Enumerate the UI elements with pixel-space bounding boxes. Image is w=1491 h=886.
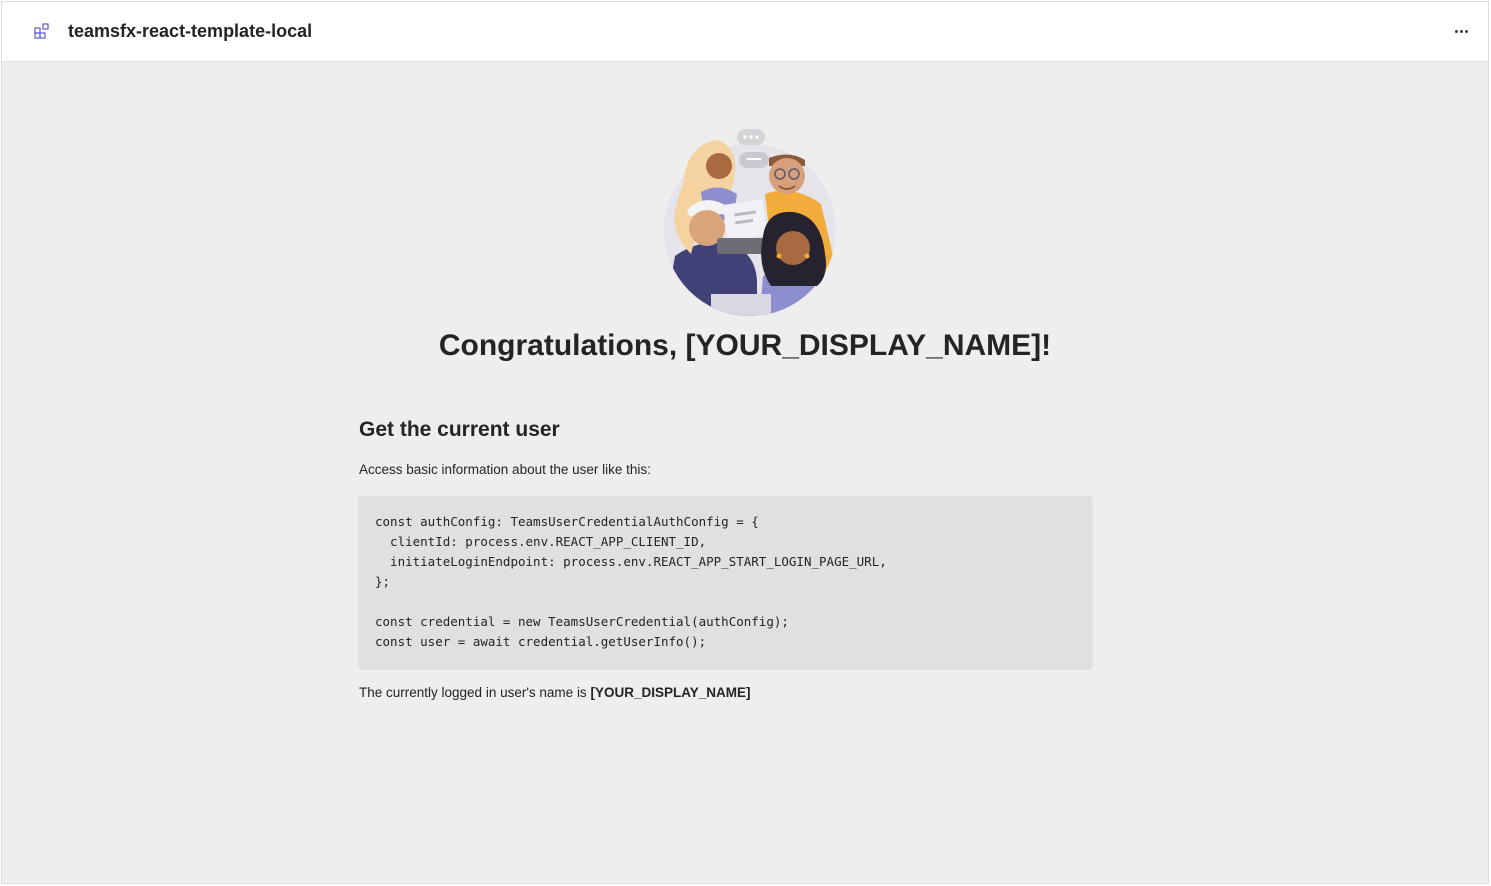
section-description: Access basic information about the user … — [359, 462, 651, 477]
apps-grid-icon — [33, 22, 51, 40]
code-line: const authConfig: TeamsUserCredentialAut… — [375, 514, 759, 529]
more-horizontal-icon — [1454, 29, 1458, 33]
user-name-line: The currently logged in user's name is [… — [359, 684, 1092, 702]
code-line: }; — [375, 574, 391, 589]
welcome-title: Congratulations, [YOUR_DISPLAY_NAME]! — [438, 329, 1052, 362]
app-header: teamsfx-react-template-local — [2, 2, 1488, 62]
section-heading: Get the current user — [359, 418, 560, 441]
user-display-name: [YOUR_DISPLAY_NAME] — [590, 685, 751, 700]
current-user-section: Get the current user Access basic inform… — [359, 416, 1092, 702]
team-illustration — [653, 124, 843, 320]
code-line: const user = await credential.getUserInf… — [375, 634, 707, 649]
code-block: const authConfig: TeamsUserCredentialAut… — [359, 496, 1092, 668]
code-line: const credential = new TeamsUserCredenti… — [375, 614, 789, 629]
app-frame: teamsfx-react-template-local Congratulat… — [1, 1, 1489, 884]
code-line: initiateLoginEndpoint: process.env.REACT… — [375, 554, 887, 569]
code-line: clientId: process.env.REACT_APP_CLIENT_I… — [375, 534, 707, 549]
user-name-prefix: The currently logged in user's name is — [359, 685, 591, 700]
app-title: teamsfx-react-template-local — [68, 21, 313, 41]
more-options-button[interactable] — [1448, 18, 1474, 44]
